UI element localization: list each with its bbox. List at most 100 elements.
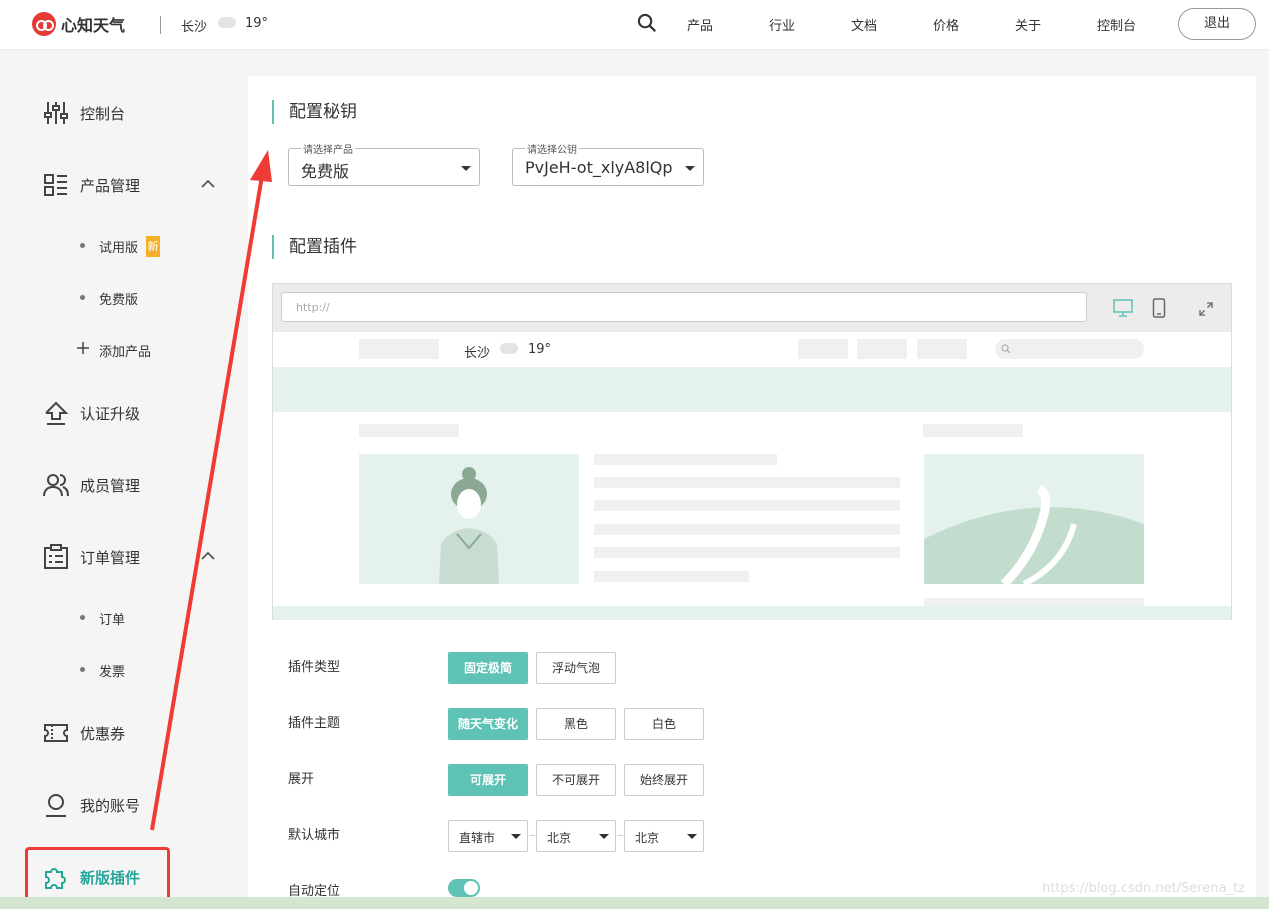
placeholder-line [594,571,749,582]
nav-industries[interactable]: 行业 [769,15,795,34]
nav-about[interactable]: 关于 [1015,15,1041,34]
placeholder-banner [273,367,1231,412]
theme-black-button[interactable]: 黑色 [536,708,616,740]
theme-weather-button[interactable]: 随天气变化 [448,708,528,740]
sub-label: 试用版 [99,241,139,256]
expand-enabled-button[interactable]: 可展开 [448,764,528,796]
expand-label: 展开 [288,772,315,787]
preview-temperature: 19° [528,342,552,357]
mobile-icon[interactable] [1152,298,1166,318]
district-select-value: 北京 [635,831,660,845]
placeholder-line [594,547,900,558]
public-key-select[interactable]: 请选择公钥 PvJeH-ot_xlyA8lQp [512,141,704,186]
annotation-highlight-box [25,847,170,903]
placeholder-block [923,424,1023,437]
caret-down-icon [685,166,695,171]
placeholder-line [594,454,777,465]
public-key-select-value: PvJeH-ot_xlyA8lQp [525,158,673,177]
nav-products[interactable]: 产品 [687,15,713,34]
sidebar-item-label: 认证升级 [80,405,141,423]
caret-down-icon [461,166,471,171]
search-icon [1001,344,1011,354]
caret-down-icon [599,834,609,839]
caret-down-icon [687,834,697,839]
preview-city: 长沙 [464,346,491,361]
sidebar-item-label: 控制台 [80,105,126,123]
section-title-key: 配置秘钥 [272,100,357,124]
sub-label: 免费版 [99,293,139,308]
placeholder-line [594,524,900,535]
grid-list-icon [44,174,67,196]
preview-url-input[interactable]: http:// [281,292,1087,322]
placeholder-block [798,339,848,359]
expand-always-button[interactable]: 始终展开 [624,764,704,796]
annotation-arrow [150,150,272,831]
users-icon [43,474,69,497]
nav-docs[interactable]: 文档 [851,15,877,34]
bullet-icon [80,243,85,248]
ticket-icon [44,724,68,742]
search-icon[interactable] [637,13,656,32]
type-floating-button[interactable]: 浮动气泡 [536,652,616,684]
preview-toolbar: http:// [273,284,1231,332]
bullet-icon [80,615,85,620]
placeholder-search [995,339,1144,359]
placeholder-block [359,424,459,437]
placeholder-block [359,339,439,359]
sidebar-item-label: 我的账号 [80,797,141,815]
theme-white-button[interactable]: 白色 [624,708,704,740]
district-select[interactable]: 北京 [624,820,704,852]
clipboard-icon [44,544,68,569]
placeholder-block [917,339,967,359]
watermark: https://blog.csdn.net/Serena_tz [1042,881,1245,896]
expand-icon[interactable] [1199,302,1213,316]
header-temperature: 19° [245,16,269,31]
separator [530,835,535,836]
city-select-value: 北京 [547,831,572,845]
bullet-icon [80,295,85,300]
cloudy-icon [218,17,236,28]
upgrade-icon [45,401,69,425]
sidebar-item-label: 成员管理 [80,477,141,495]
sidebar-item-label: 产品管理 [80,177,141,195]
product-select-value: 免费版 [301,162,350,181]
plugin-type-label: 插件类型 [288,660,341,675]
product-select[interactable]: 请选择产品 免费版 [288,141,480,186]
woman-figure-icon [439,467,499,584]
sidebar-item-label: 订单管理 [80,549,141,567]
product-select-legend: 请选择产品 [301,141,355,156]
default-city-label: 默认城市 [288,828,341,843]
plugin-preview: http:// 长沙 19° [272,283,1232,620]
caret-down-icon [511,834,521,839]
brand-name: 心知天气 [61,16,126,35]
sliders-icon [44,102,68,124]
sub-label: 订单 [99,613,126,628]
header-city: 长沙 [181,20,208,35]
top-bar: 心知天气 长沙 19° 产品 行业 文档 价格 关于 控制台 退出 [0,0,1269,50]
public-key-select-legend: 请选择公钥 [525,141,579,156]
sidebar-item-console[interactable]: 控制台 [0,92,248,132]
plus-icon [77,342,89,354]
brand-logo[interactable]: 心知天气 [32,12,125,36]
logo-mark-icon [32,12,56,36]
separator [618,835,623,836]
auto-locate-toggle[interactable] [448,879,480,897]
great-wall-icon [924,484,1144,584]
desktop-icon[interactable] [1113,299,1133,317]
user-icon [46,794,66,817]
section-title-plugin: 配置插件 [272,235,357,259]
cloudy-icon [500,343,518,354]
bullet-icon [80,667,85,672]
type-fixed-button[interactable]: 固定极简 [448,652,528,684]
illustration-woman [359,454,579,584]
sub-label: 发票 [99,665,126,680]
illustration-great-wall [924,454,1144,584]
expand-disabled-button[interactable]: 不可展开 [536,764,616,796]
placeholder-line [594,477,900,488]
city-select[interactable]: 北京 [536,820,616,852]
placeholder-line [594,500,900,511]
logout-button[interactable]: 退出 [1178,8,1256,40]
province-select[interactable]: 直辖市 [448,820,528,852]
nav-pricing[interactable]: 价格 [933,15,959,34]
nav-console[interactable]: 控制台 [1097,15,1136,34]
